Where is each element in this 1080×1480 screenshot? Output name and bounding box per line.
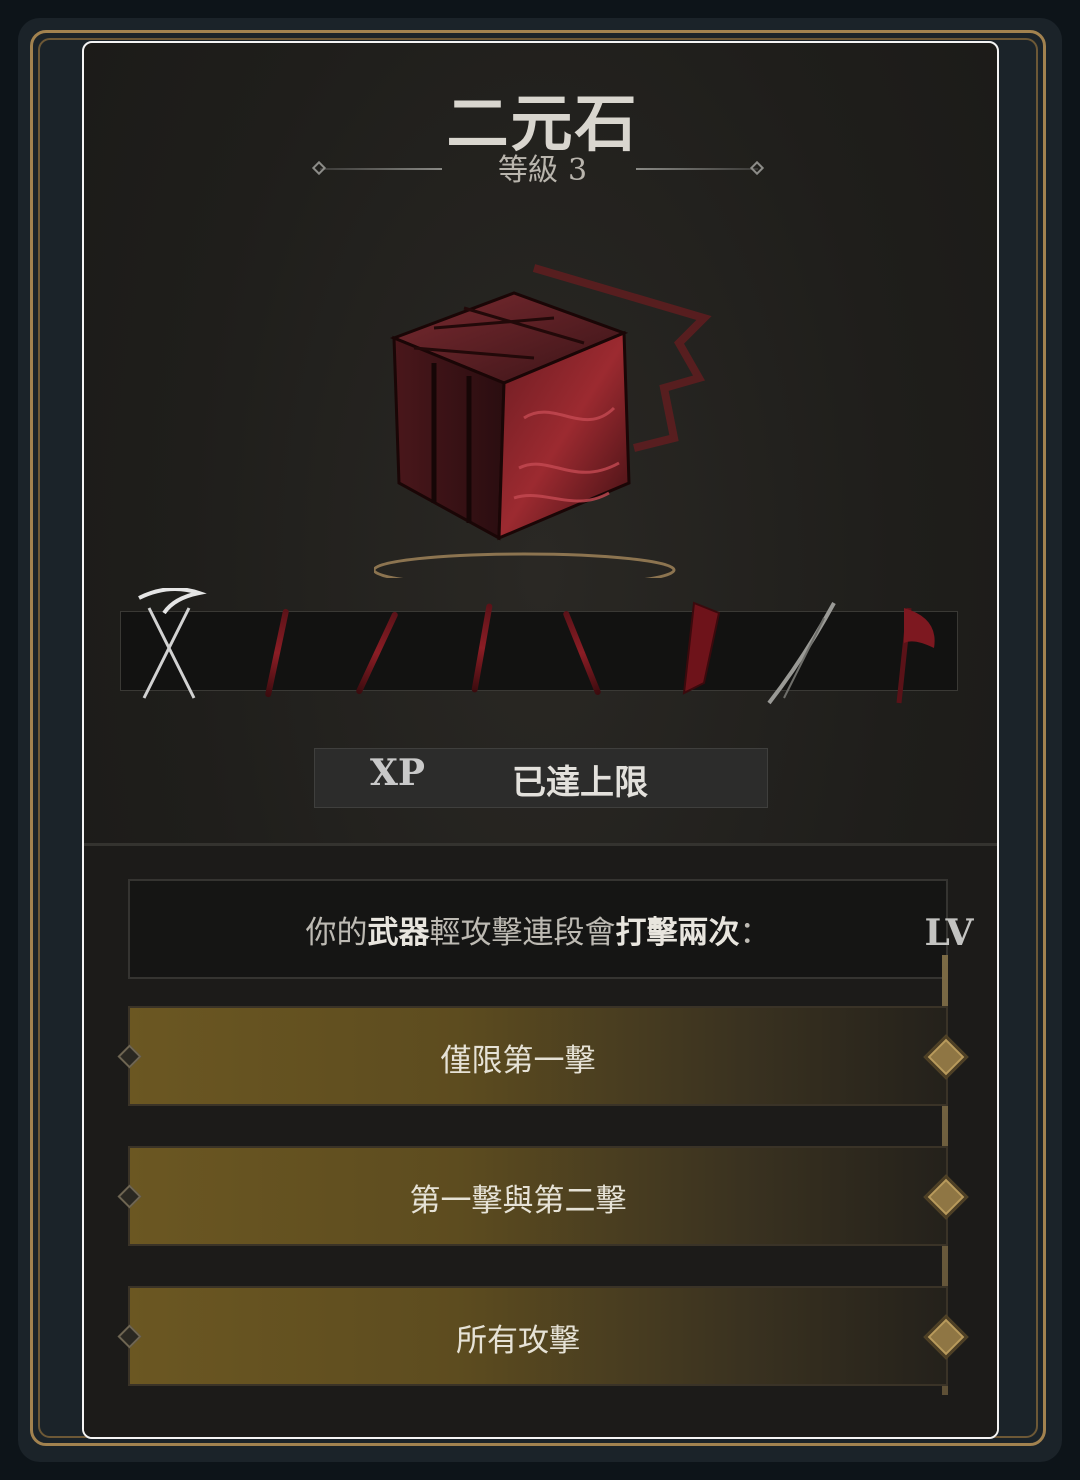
xp-status-text: 已達上限 bbox=[512, 763, 648, 803]
level-label: 等級 bbox=[497, 153, 558, 188]
level-badge-icon: LV bbox=[914, 903, 984, 963]
bow-icon bbox=[767, 602, 836, 705]
item-level: 等級 3 bbox=[84, 145, 997, 189]
title-ornament-left bbox=[320, 168, 442, 170]
desc-highlight: 打擊兩次 bbox=[615, 915, 740, 951]
shield-icon bbox=[682, 601, 721, 695]
binary-stone-image bbox=[374, 264, 712, 578]
scythe-icon bbox=[138, 588, 207, 699]
desc-part: ： bbox=[739, 915, 771, 951]
desc-highlight: 武器 bbox=[367, 915, 430, 951]
desc-part: 你的 bbox=[305, 915, 368, 951]
option-label: 僅限第一擊 bbox=[440, 1043, 596, 1079]
option-label: 所有攻擊 bbox=[456, 1323, 580, 1359]
level-value: 3 bbox=[567, 153, 588, 188]
xp-icon: XP bbox=[370, 752, 426, 794]
axe-icon bbox=[896, 607, 935, 704]
title-ornament-right bbox=[636, 168, 758, 170]
item-card: 二元石 等級 3 XP 已達上限 你的武器輕攻擊連段會打擊兩次： LV 僅限第一… bbox=[82, 41, 999, 1439]
description-text: 你的武器輕攻擊連段會打擊兩次： bbox=[128, 907, 948, 952]
desc-part: 輕攻擊連段會 bbox=[429, 915, 616, 951]
option-label: 第一擊與第二擊 bbox=[409, 1183, 627, 1219]
